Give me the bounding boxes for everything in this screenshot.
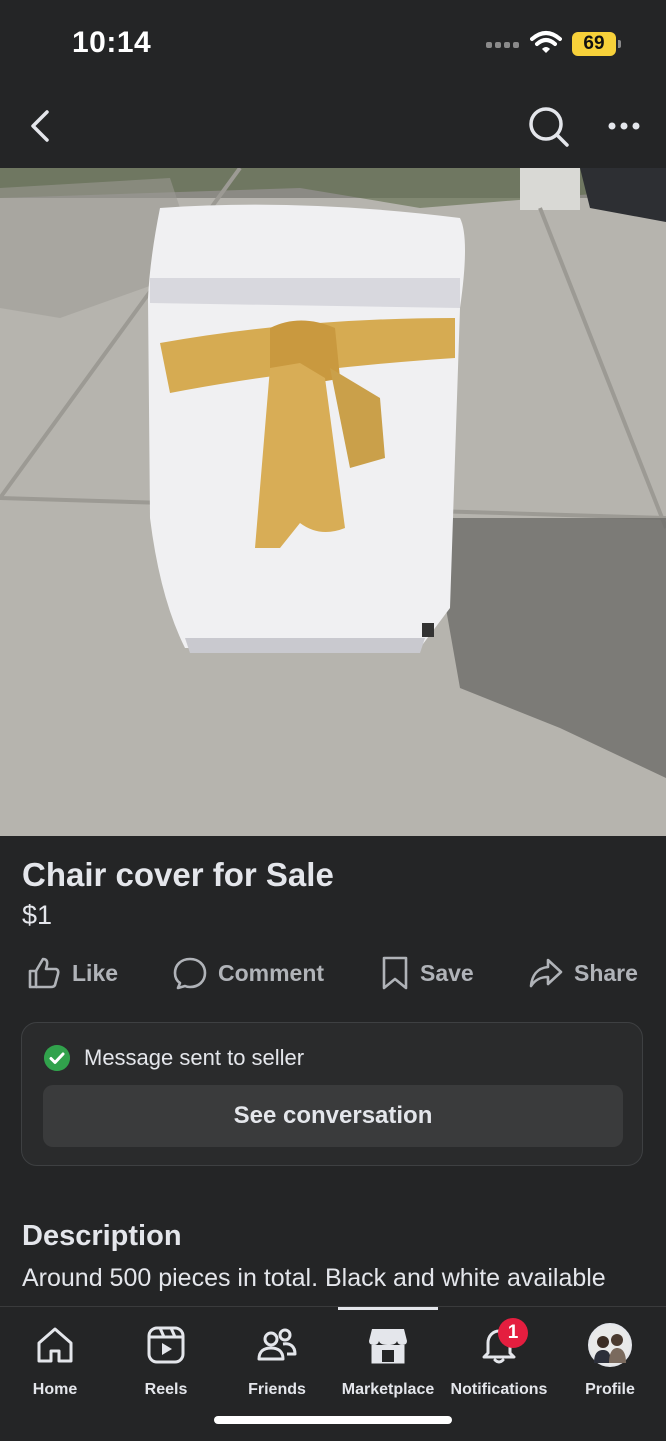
comment-icon bbox=[173, 957, 207, 990]
tab-reels[interactable]: Reels bbox=[111, 1323, 221, 1407]
tab-profile[interactable]: Profile bbox=[555, 1323, 665, 1407]
home-indicator bbox=[214, 1416, 452, 1424]
description-heading: Description bbox=[22, 1220, 182, 1252]
more-options-icon[interactable] bbox=[600, 106, 648, 146]
active-tab-indicator bbox=[338, 1307, 438, 1310]
listing-title: Chair cover for Sale bbox=[22, 856, 334, 893]
save-button[interactable]: Save bbox=[380, 950, 474, 996]
wifi-icon bbox=[530, 31, 562, 53]
like-label: Like bbox=[72, 959, 119, 986]
share-button[interactable]: Share bbox=[528, 950, 638, 996]
friends-icon bbox=[257, 1328, 297, 1361]
top-nav bbox=[0, 88, 666, 168]
back-button[interactable] bbox=[22, 106, 62, 146]
signal-icon bbox=[486, 42, 519, 48]
chair-cover-photo bbox=[0, 168, 666, 836]
like-button[interactable]: Like bbox=[26, 950, 118, 996]
tab-label: Home bbox=[32, 1381, 78, 1398]
see-conversation-button[interactable]: See conversation bbox=[43, 1085, 623, 1147]
listing-photo[interactable] bbox=[0, 168, 666, 836]
home-icon bbox=[37, 1327, 73, 1363]
save-label: Save bbox=[420, 959, 474, 986]
status-bar: 10:14 69 bbox=[0, 0, 666, 88]
comment-label: Comment bbox=[218, 959, 325, 986]
tab-label: Friends bbox=[248, 1381, 306, 1398]
share-label: Share bbox=[574, 959, 638, 986]
like-icon bbox=[28, 957, 60, 989]
tab-label: Profile bbox=[585, 1381, 635, 1398]
battery-tip bbox=[618, 40, 621, 48]
bookmark-icon bbox=[382, 956, 408, 990]
message-sent-text: Message sent to seller bbox=[84, 1045, 305, 1070]
tab-label: Notifications bbox=[450, 1381, 548, 1398]
status-time: 10:14 bbox=[72, 26, 152, 59]
reels-icon bbox=[147, 1326, 185, 1364]
description-text: Around 500 pieces in total. Black and wh… bbox=[22, 1264, 606, 1292]
check-circle-icon bbox=[44, 1045, 70, 1071]
avatar bbox=[588, 1323, 632, 1367]
search-icon[interactable] bbox=[524, 102, 572, 150]
share-icon bbox=[529, 958, 563, 988]
tab-label: Reels bbox=[144, 1381, 188, 1398]
tab-friends[interactable]: Friends bbox=[222, 1323, 332, 1407]
tab-home[interactable]: Home bbox=[0, 1323, 110, 1407]
notification-badge: 1 bbox=[498, 1318, 528, 1348]
message-sent-card: Message sent to seller See conversation bbox=[21, 1022, 643, 1166]
tab-marketplace[interactable]: Marketplace bbox=[333, 1323, 443, 1407]
battery-level: 69 bbox=[572, 32, 616, 56]
tab-label: Marketplace bbox=[341, 1381, 435, 1398]
listing-price: $1 bbox=[22, 900, 53, 930]
marketplace-icon bbox=[369, 1329, 407, 1364]
comment-button[interactable]: Comment bbox=[172, 950, 324, 996]
